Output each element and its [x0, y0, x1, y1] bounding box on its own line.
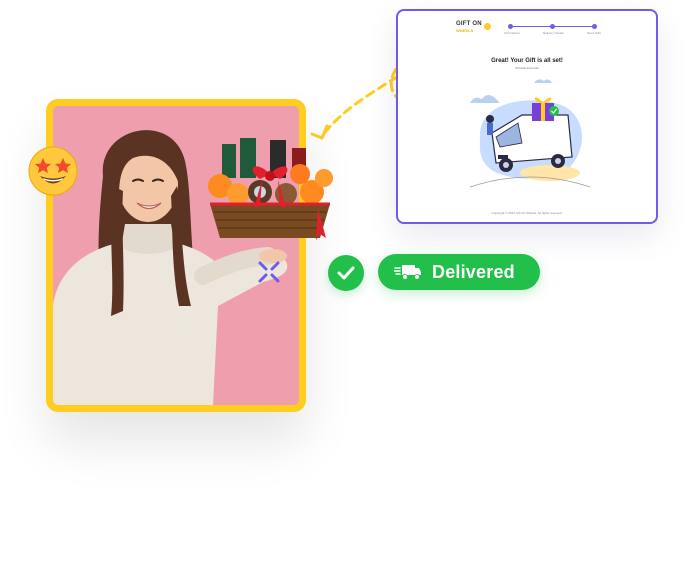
star-struck-emoji-icon: [28, 146, 78, 196]
progress-step-1-dot: [508, 24, 513, 29]
delivery-success-badge: [328, 255, 364, 291]
progress-step-2-label: Delivery Details: [543, 31, 564, 35]
delivery-truck-icon: [394, 265, 421, 280]
progress-step-3-dot: [592, 24, 597, 29]
gift-confirmation-screen: GIFT ON WHEELS Gift Options Delivery Det…: [396, 9, 658, 224]
confirmation-subline: Sit back and relax: [515, 66, 539, 70]
confirmation-footer: Copyright © 2024 Gift On Wheels. All rig…: [491, 211, 563, 215]
delivered-status-label: Delivered: [432, 261, 515, 282]
check-icon: [337, 266, 355, 280]
progress-step-3-label: Send Gifts: [587, 31, 602, 35]
brand-logo-subtext: WHEELS: [456, 28, 474, 33]
delivered-status-pill: Delivered: [378, 254, 540, 290]
confirmation-headline: Great! Your Gift is all set!: [491, 58, 563, 64]
gift-basket-illustration: [208, 138, 333, 240]
progress-step-2-dot: [550, 24, 555, 29]
hero-stage: GIFT ON WHEELS Gift Options Delivery Det…: [0, 0, 698, 571]
brand-logo-mark-icon: [484, 23, 491, 30]
brand-logo-text: GIFT ON: [456, 21, 482, 27]
progress-step-1-label: Gift Options: [504, 31, 520, 35]
sparkle-icon: [258, 261, 280, 283]
delivery-van-illustration: [469, 79, 591, 188]
